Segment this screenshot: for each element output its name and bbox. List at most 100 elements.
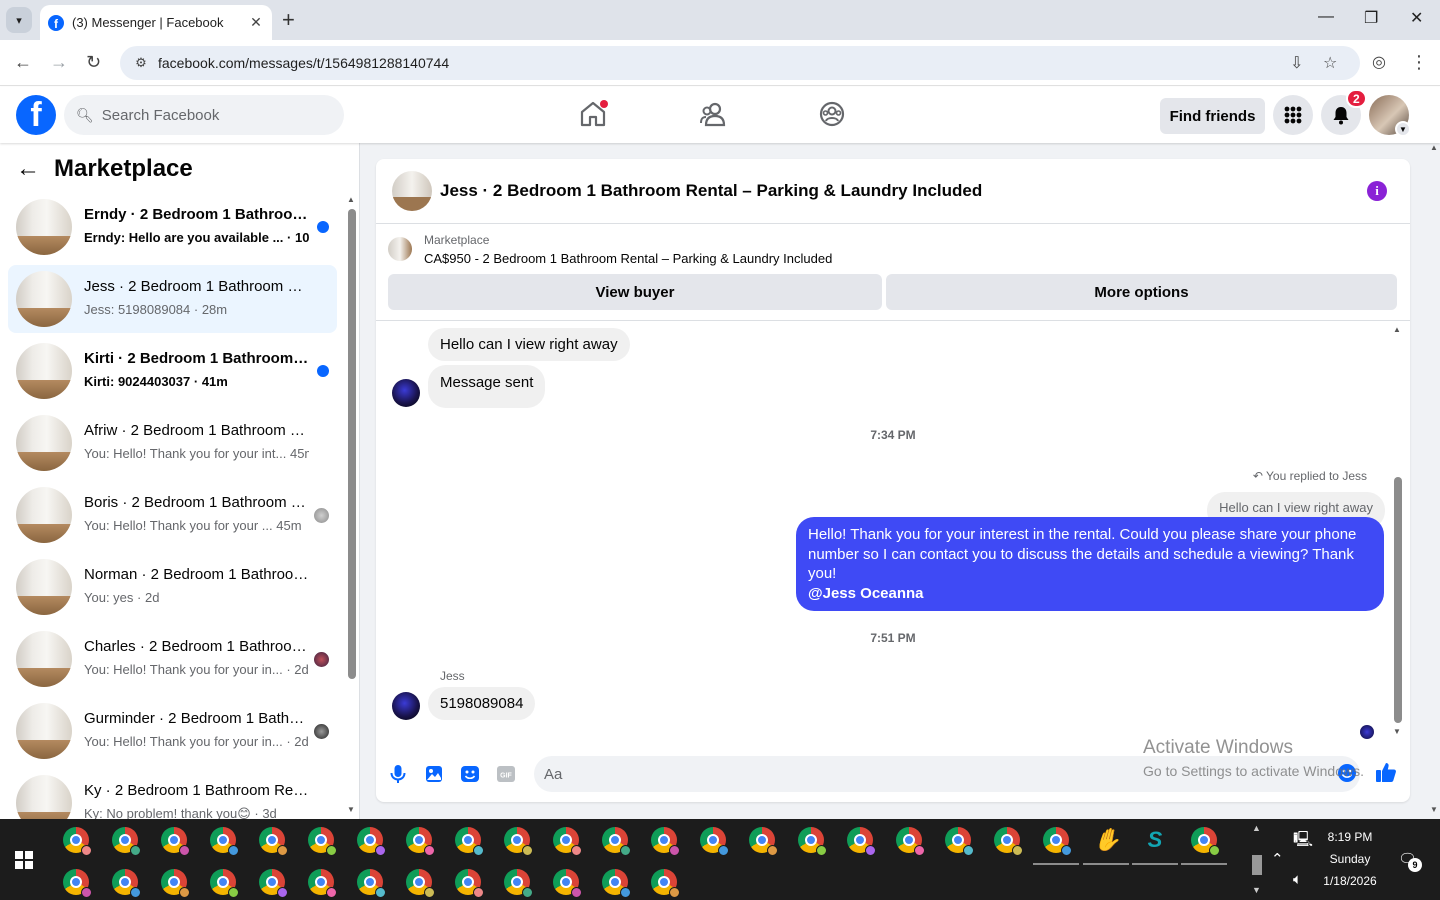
conversation-item[interactable]: Ky · 2 Bedroom 1 Bathroom Rental – Parki… xyxy=(8,769,337,819)
chrome-taskbar-icon[interactable] xyxy=(63,827,92,856)
chrome-taskbar-icon[interactable] xyxy=(161,827,190,856)
scroll-down-icon[interactable]: ▼ xyxy=(347,805,355,814)
chrome-taskbar-icon[interactable] xyxy=(651,827,680,856)
clock-day[interactable]: Sunday xyxy=(1320,852,1380,866)
chrome-taskbar-icon[interactable] xyxy=(994,827,1023,856)
thumbs-up-icon[interactable] xyxy=(1375,761,1397,783)
chrome-taskbar-icon[interactable] xyxy=(308,869,337,898)
chrome-taskbar-icon[interactable] xyxy=(504,869,533,898)
chrome-taskbar-icon[interactable] xyxy=(210,827,239,856)
chrome-taskbar-icon[interactable] xyxy=(749,827,778,856)
facebook-search[interactable]: 🔍︎ xyxy=(64,95,344,135)
chrome-taskbar-icon[interactable] xyxy=(406,869,435,898)
chat-title[interactable]: Jess · 2 Bedroom 1 Bathroom Rental – Par… xyxy=(440,181,982,201)
chrome-taskbar-icon[interactable] xyxy=(357,869,386,898)
install-app-icon[interactable]: ⇩ xyxy=(1290,53,1303,73)
chrome-taskbar-icon[interactable] xyxy=(602,869,631,898)
scroll-up-icon[interactable]: ▲ xyxy=(347,195,355,204)
chrome-taskbar-icon[interactable] xyxy=(896,827,925,856)
sticker-icon[interactable] xyxy=(459,763,481,785)
chrome-taskbar-icon[interactable] xyxy=(259,869,288,898)
incoming-message[interactable]: Message sent xyxy=(428,365,546,408)
chrome-taskbar-icon[interactable] xyxy=(112,869,141,898)
chrome-taskbar-icon[interactable] xyxy=(161,869,190,898)
jess-avatar[interactable] xyxy=(392,692,420,720)
chrome-taskbar-icon[interactable] xyxy=(455,869,484,898)
conversation-item[interactable]: Norman · 2 Bedroom 1 Bathroom Rental – P… xyxy=(8,553,337,621)
clock-time[interactable]: 8:19 PM xyxy=(1320,830,1380,844)
account-chevron-down-icon[interactable]: ▼ xyxy=(1395,121,1411,137)
listing-thumbnail[interactable] xyxy=(388,237,412,261)
taskbar-scroll-up-icon[interactable]: ▲ xyxy=(1252,823,1261,833)
photo-icon[interactable] xyxy=(423,763,445,785)
view-buyer-button[interactable]: View buyer xyxy=(388,274,882,310)
volume-icon[interactable]: 🔈︎ xyxy=(1293,871,1302,888)
conversation-item[interactable]: Erndy · 2 Bedroom 1 Bathroom Rental – Pa… xyxy=(8,193,337,261)
chrome-taskbar-icon[interactable] xyxy=(357,827,386,856)
more-options-button[interactable]: More options xyxy=(886,274,1397,310)
omnibox[interactable]: ⚙ facebook.com/messages/t/15649812881407… xyxy=(120,46,1360,80)
taskbar-scroll-down-icon[interactable]: ▼ xyxy=(1252,885,1261,895)
windows-start-icon[interactable] xyxy=(15,851,33,869)
chrome-taskbar-icon[interactable] xyxy=(63,869,92,898)
scroll-up-icon[interactable]: ▲ xyxy=(1393,325,1401,334)
facebook-logo[interactable]: f xyxy=(16,95,56,135)
conversation-item[interactable]: Gurminder · 2 Bedroom 1 Bathroom Rental … xyxy=(8,697,337,765)
profile-icon[interactable]: ◎ xyxy=(1372,52,1386,72)
chrome-taskbar-icon[interactable] xyxy=(504,827,533,856)
mention-link[interactable]: @Jess Oceanna xyxy=(808,584,1372,604)
incoming-message[interactable]: Hello can I view right away xyxy=(428,328,630,361)
file-explorer-hand-icon[interactable]: ✋ xyxy=(1093,827,1120,853)
menu-grid-button[interactable] xyxy=(1273,95,1313,135)
friends-icon[interactable] xyxy=(698,99,728,129)
taskbar-scroll[interactable]: ▲ ▼ xyxy=(1250,819,1264,900)
chrome-taskbar-icon[interactable] xyxy=(700,827,729,856)
surfshark-icon[interactable]: S xyxy=(1142,827,1168,853)
info-icon[interactable]: i xyxy=(1367,181,1387,201)
chrome-taskbar-icon[interactable] xyxy=(651,869,680,898)
maximize-icon[interactable]: ❐ xyxy=(1364,8,1378,28)
scrollbar-thumb[interactable] xyxy=(348,209,356,679)
taskbar-scroll-thumb[interactable] xyxy=(1252,855,1262,875)
chrome-taskbar-icon[interactable] xyxy=(112,827,141,856)
groups-icon[interactable] xyxy=(817,99,847,129)
sidebar-scrollbar[interactable]: ▲ ▼ xyxy=(347,195,356,814)
listing-title[interactable]: CA$950 - 2 Bedroom 1 Bathroom Rental – P… xyxy=(424,251,832,266)
chrome-taskbar-icon[interactable] xyxy=(1043,827,1072,856)
chrome-taskbar-icon[interactable] xyxy=(798,827,827,856)
find-friends-button[interactable]: Find friends xyxy=(1160,98,1265,134)
back-arrow-icon[interactable]: ← xyxy=(16,155,40,183)
search-input[interactable] xyxy=(101,106,322,124)
site-info-icon[interactable]: ⚙ xyxy=(126,55,156,71)
browser-tab[interactable]: f (3) Messenger | Facebook ✕ xyxy=(40,5,272,40)
conversation-item[interactable]: Charles · 2 Bedroom 1 Bathroom Rental – … xyxy=(8,625,337,693)
chrome-taskbar-icon[interactable] xyxy=(259,827,288,856)
new-tab-button[interactable]: + xyxy=(282,8,295,32)
chrome-taskbar-icon[interactable] xyxy=(308,827,337,856)
show-hidden-icons-icon[interactable]: ⌃ xyxy=(1271,850,1284,868)
chrome-taskbar-icon[interactable] xyxy=(210,869,239,898)
tab-search-button[interactable]: ▾ xyxy=(6,7,32,33)
bookmark-star-icon[interactable]: ☆ xyxy=(1323,53,1337,73)
chrome-taskbar-icon[interactable] xyxy=(406,827,435,856)
network-icon[interactable]: 🖳︎ xyxy=(1293,829,1313,854)
scroll-down-icon[interactable]: ▼ xyxy=(1393,727,1401,736)
jess-avatar[interactable] xyxy=(392,379,420,407)
conversation-item[interactable]: Jess · 2 Bedroom 1 Bathroom Rental – Par… xyxy=(8,265,337,333)
page-scrollbar[interactable]: ▲ ▼ xyxy=(1428,143,1440,819)
browser-menu-icon[interactable]: ⋮ xyxy=(1410,52,1428,73)
chrome-taskbar-icon[interactable] xyxy=(945,827,974,856)
close-window-icon[interactable]: ✕ xyxy=(1410,8,1423,28)
conversation-item[interactable]: Afriw · 2 Bedroom 1 Bathroom Rental – Pa… xyxy=(8,409,337,477)
close-tab-icon[interactable]: ✕ xyxy=(248,14,264,31)
microphone-icon[interactable] xyxy=(387,763,409,785)
chrome-taskbar-icon[interactable] xyxy=(455,827,484,856)
scrollbar-thumb[interactable] xyxy=(1394,477,1402,723)
gif-icon[interactable]: GIF xyxy=(495,763,517,785)
chrome-taskbar-icon[interactable] xyxy=(847,827,876,856)
outgoing-message[interactable]: Hello! Thank you for your interest in th… xyxy=(796,517,1384,611)
url-text[interactable]: facebook.com/messages/t/1564981288140744 xyxy=(158,55,449,71)
clock-date[interactable]: 1/18/2026 xyxy=(1316,874,1384,888)
minimize-icon[interactable]: — xyxy=(1318,8,1334,26)
chrome-taskbar-icon[interactable] xyxy=(553,869,582,898)
